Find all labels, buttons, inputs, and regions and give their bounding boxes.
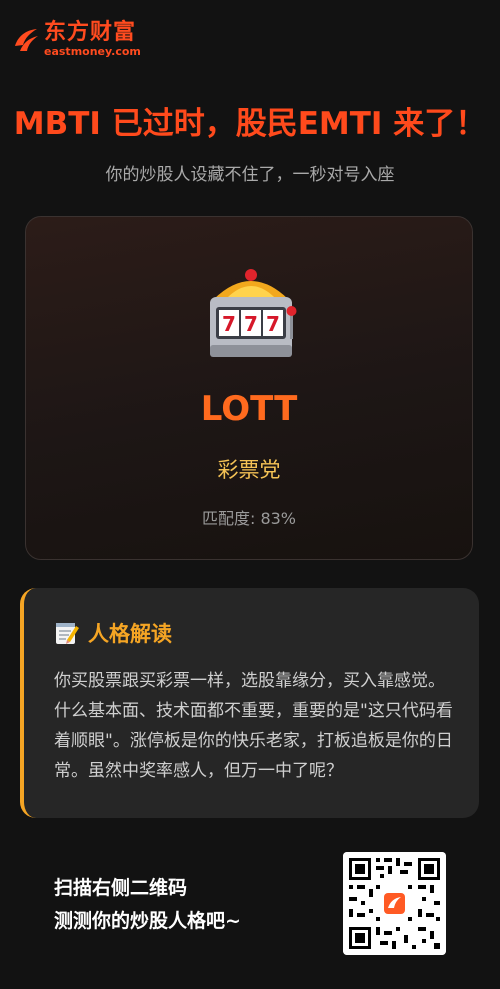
qr-call-to-action: 扫描右侧二维码 测测你的炒股人格吧~ (54, 872, 241, 938)
page-subtitle: 你的炒股人设藏不住了，一秒对号入座 (105, 165, 395, 185)
brand-name: 东方财富 (44, 20, 137, 45)
brand-logo: 东方财富 eastmoney.com (12, 22, 141, 57)
personality-analysis-card: 人格解读 你买股票跟买彩票一样，选股靠缘分，买入靠感觉。什么基本面、技术面都不重… (20, 588, 479, 818)
analysis-header: 人格解读 (54, 618, 172, 648)
analysis-text: 你买股票跟买彩票一样，选股靠缘分，买入靠感觉。什么基本面、技术面都不重要，重要的… (54, 671, 453, 781)
qr-code-icon[interactable] (343, 852, 446, 955)
analysis-title: 人格解读 (88, 622, 172, 646)
cta-line-2: 测测你的炒股人格吧~ (54, 910, 241, 932)
svg-text:7: 7 (222, 312, 236, 336)
cta-line-1: 扫描右侧二维码 (54, 877, 188, 899)
svg-text:7: 7 (244, 312, 258, 336)
brand-domain: eastmoney.com (44, 45, 141, 58)
match-score: 匹配度: 83% (201, 509, 297, 528)
slot-machine-icon: 7 7 7 (210, 269, 297, 357)
svg-text:7: 7 (266, 312, 280, 336)
eastmoney-logo-icon (15, 28, 38, 51)
memo-icon (56, 623, 79, 644)
page-headline: MBTI 已过时，股民EMTI 来了！ (13, 106, 487, 142)
personality-type-code: LOTT (200, 389, 298, 429)
personality-type-name: 彩票党 (217, 458, 281, 482)
personality-result-card: 7 7 7 LOTT 彩票党 匹配度: 83% (25, 216, 473, 560)
